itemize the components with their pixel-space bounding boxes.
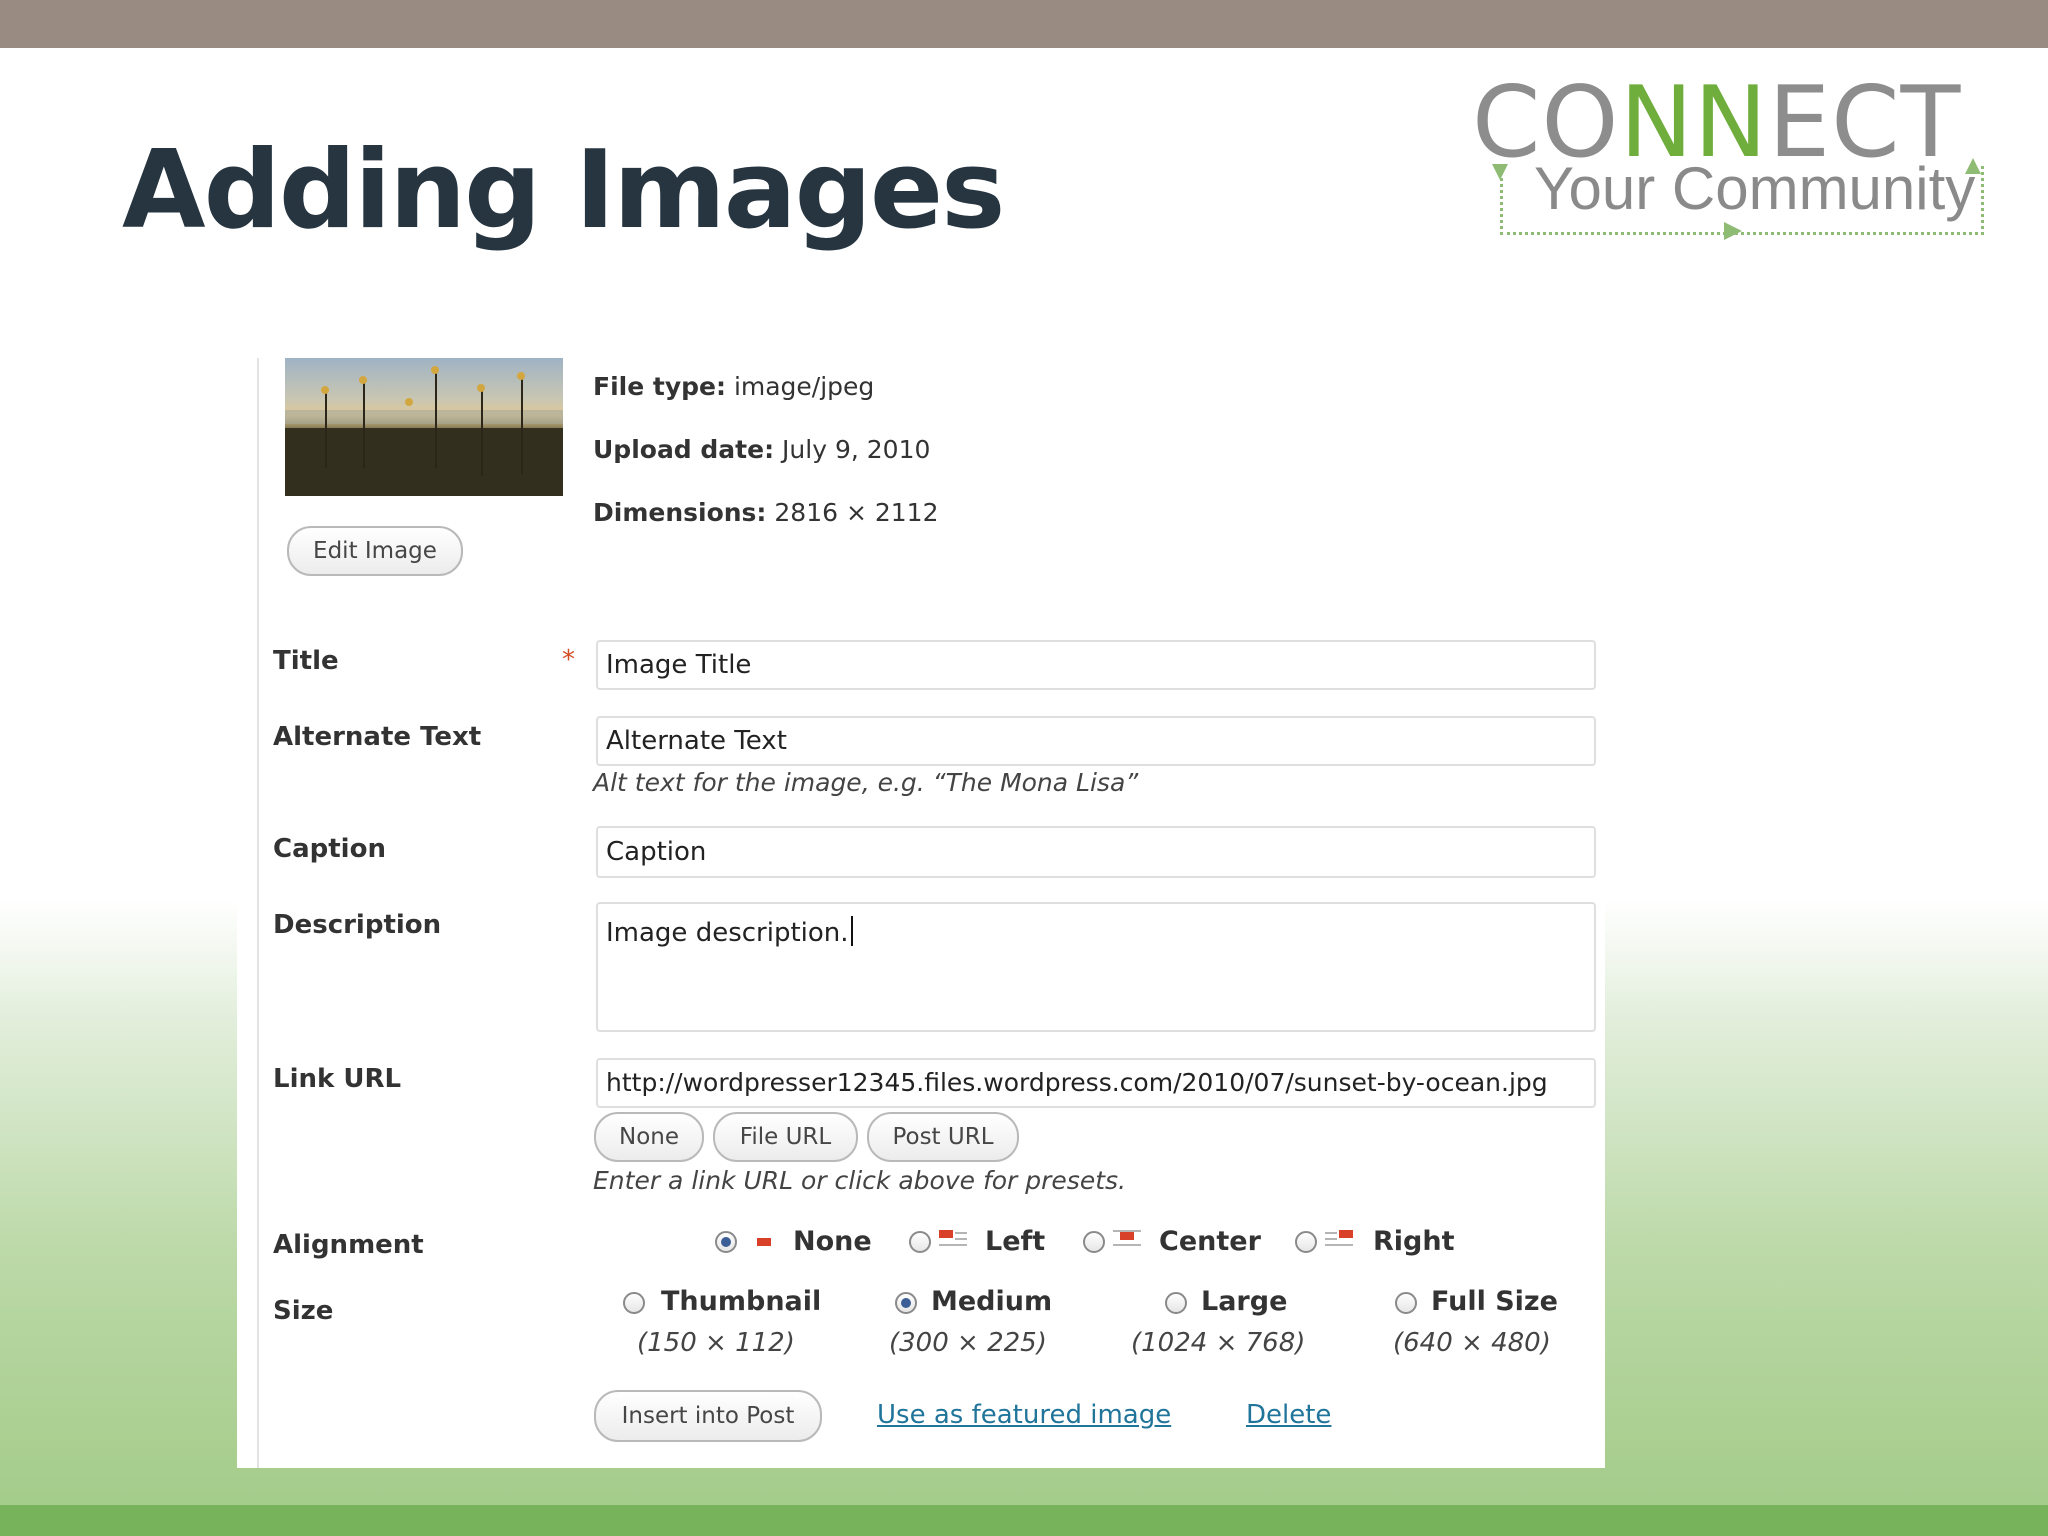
align-none-label[interactable]: None bbox=[793, 1226, 872, 1257]
delete-link[interactable]: Delete bbox=[1246, 1400, 1331, 1430]
image-thumbnail bbox=[285, 358, 563, 496]
alt-text-label: Alternate Text bbox=[273, 722, 482, 752]
size-thumbnail-label[interactable]: Thumbnail bbox=[661, 1286, 821, 1317]
file-url-button[interactable]: File URL bbox=[713, 1112, 858, 1162]
caption-label: Caption bbox=[273, 834, 386, 864]
alignment-label: Alignment bbox=[273, 1230, 424, 1260]
connect-logo: CONNECT Your Community bbox=[1466, 74, 2006, 254]
logo-tagline: Your Community bbox=[1534, 155, 1976, 222]
description-label: Description bbox=[273, 910, 442, 940]
file-type: File type: image/jpeg bbox=[593, 372, 875, 401]
size-thumbnail-radio[interactable] bbox=[623, 1292, 645, 1314]
media-edit-panel: Edit Image File type: image/jpeg Upload … bbox=[237, 358, 1605, 1468]
featured-image-link[interactable]: Use as featured image bbox=[877, 1400, 1171, 1430]
align-center-radio[interactable] bbox=[1083, 1231, 1105, 1253]
required-marker: * bbox=[562, 645, 575, 675]
title-input[interactable]: Image Title bbox=[596, 640, 1596, 690]
link-url-input[interactable]: http://wordpresser12345.files.wordpress.… bbox=[596, 1058, 1596, 1108]
align-center-icon bbox=[1113, 1230, 1141, 1250]
size-full-dims: (640 × 480) bbox=[1393, 1328, 1551, 1358]
align-left-radio[interactable] bbox=[909, 1231, 931, 1253]
align-left-label[interactable]: Left bbox=[985, 1226, 1045, 1257]
insert-into-post-button[interactable]: Insert into Post bbox=[594, 1390, 822, 1442]
align-none-icon bbox=[751, 1232, 779, 1252]
arrow-right-icon bbox=[1724, 222, 1742, 240]
align-right-label[interactable]: Right bbox=[1373, 1226, 1455, 1257]
size-full-label[interactable]: Full Size bbox=[1431, 1286, 1558, 1317]
caption-input[interactable]: Caption bbox=[596, 826, 1596, 878]
size-medium-label[interactable]: Medium bbox=[931, 1286, 1052, 1317]
post-url-button[interactable]: Post URL bbox=[867, 1112, 1019, 1162]
size-large-label[interactable]: Large bbox=[1201, 1286, 1287, 1317]
panel-divider bbox=[257, 358, 259, 1468]
align-center-label[interactable]: Center bbox=[1159, 1226, 1261, 1257]
size-thumbnail-dims: (150 × 112) bbox=[637, 1328, 795, 1358]
top-bar bbox=[0, 0, 2048, 48]
align-right-radio[interactable] bbox=[1295, 1231, 1317, 1253]
alt-text-help: Alt text for the image, e.g. “The Mona L… bbox=[593, 768, 1139, 797]
link-url-label: Link URL bbox=[273, 1064, 402, 1094]
bottom-bar bbox=[0, 1505, 2048, 1536]
link-url-help: Enter a link URL or click above for pres… bbox=[593, 1166, 1126, 1195]
align-left-icon bbox=[939, 1230, 967, 1250]
arrow-up-icon bbox=[1965, 158, 1981, 174]
edit-image-button[interactable]: Edit Image bbox=[287, 526, 463, 576]
size-full-radio[interactable] bbox=[1395, 1292, 1417, 1314]
description-textarea[interactable]: Image description. bbox=[596, 902, 1596, 1032]
slide-title: Adding Images bbox=[122, 128, 1005, 253]
size-medium-dims: (300 × 225) bbox=[889, 1328, 1047, 1358]
size-large-radio[interactable] bbox=[1165, 1292, 1187, 1314]
upload-date: Upload date: July 9, 2010 bbox=[593, 435, 931, 464]
size-label: Size bbox=[273, 1296, 334, 1326]
title-label: Title bbox=[273, 646, 339, 676]
arrow-down-icon bbox=[1492, 164, 1508, 180]
link-none-button[interactable]: None bbox=[594, 1112, 704, 1162]
size-large-dims: (1024 × 768) bbox=[1131, 1328, 1306, 1358]
align-right-icon bbox=[1325, 1230, 1353, 1250]
align-none-radio[interactable] bbox=[715, 1231, 737, 1253]
size-medium-radio[interactable] bbox=[895, 1292, 917, 1314]
alt-text-input[interactable]: Alternate Text bbox=[596, 716, 1596, 766]
dimensions: Dimensions: 2816 × 2112 bbox=[593, 498, 939, 527]
